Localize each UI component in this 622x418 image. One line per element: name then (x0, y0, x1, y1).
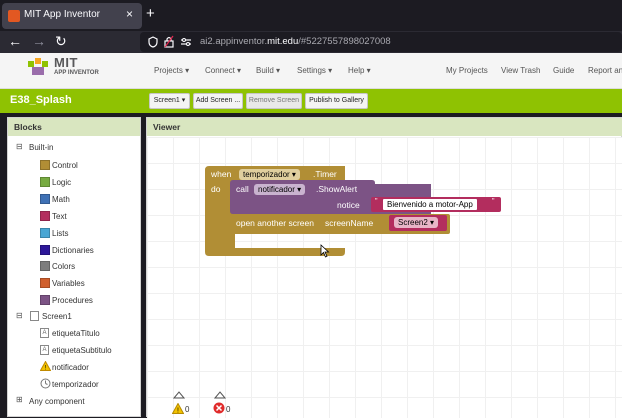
warnings-count: 0 (185, 405, 190, 414)
errors-toggle-icon[interactable] (214, 391, 226, 399)
new-tab-icon[interactable]: + (146, 5, 155, 22)
drawer-variables-swatch-icon (40, 278, 50, 288)
open-screen-label: open another screen (236, 218, 314, 228)
do-label: do (211, 184, 221, 194)
drawer-procedures[interactable]: Procedures (52, 296, 93, 305)
viewer-title: Viewer (147, 118, 622, 136)
app-inventor-logo-icon[interactable] (26, 57, 50, 77)
expand-any-component-icon[interactable]: ⊞ (16, 395, 23, 404)
drawer-procedures-swatch-icon (40, 295, 50, 305)
link-my-projects[interactable]: My Projects (446, 66, 488, 75)
logo-title: MIT (54, 55, 78, 70)
permissions-icon[interactable] (180, 37, 192, 47)
project-name: E38_Splash (10, 94, 72, 106)
tree-component[interactable]: etiquetaTitulo (52, 329, 100, 338)
blocks-workspace[interactable]: when temporizador ▾ .Timer do call notif… (147, 137, 622, 418)
app-header: MIT APP INVENTOR Projects ▾ Connect ▾ Bu… (0, 53, 622, 89)
errors-count: 0 (226, 405, 231, 414)
tree-any-component[interactable]: Any component (29, 397, 85, 406)
add-screen-button[interactable]: Add Screen ... (193, 93, 243, 109)
tree-component[interactable]: notificador (52, 363, 89, 372)
tree-builtin[interactable]: Built-in (29, 143, 53, 152)
warning-icon: ! (172, 403, 184, 414)
logo-subtitle: APP INVENTOR (54, 70, 99, 76)
drawer-control-swatch-icon (40, 160, 50, 170)
menu-projects[interactable]: Projects ▾ (154, 66, 189, 75)
link-view-trash[interactable]: View Trash (501, 66, 540, 75)
screen-icon (30, 311, 39, 321)
screen2-dropdown[interactable]: Screen2 ▾ (394, 217, 439, 228)
lock-warning-icon[interactable] (164, 35, 174, 48)
drawer-dictionaries-swatch-icon (40, 245, 50, 255)
publish-to-gallery-button[interactable]: Publish to Gallery (305, 93, 368, 109)
tree-component[interactable]: temporizador (52, 380, 99, 389)
link-guide[interactable]: Guide (553, 66, 574, 75)
browser-tab[interactable]: MIT App Inventor × (2, 3, 142, 29)
event-name: .Timer (313, 169, 337, 179)
notifier-dropdown[interactable]: notificador ▾ (254, 184, 306, 195)
menu-help[interactable]: Help ▾ (348, 66, 371, 75)
screen-select-dropdown[interactable]: Screen1 ▾ (149, 93, 190, 109)
remove-screen-button[interactable]: Remove Screen (246, 93, 302, 109)
error-icon (213, 402, 225, 414)
tab-title: MIT App Inventor (24, 9, 100, 20)
call-label: call (236, 184, 249, 194)
notice-param-label: notice (337, 200, 360, 210)
drawer-colors[interactable]: Colors (52, 262, 75, 271)
url-text[interactable]: ai2.appinventor.mit.edu/#522755789802700… (200, 36, 391, 47)
tree-screen1[interactable]: Screen1 (42, 312, 72, 321)
back-arrow-icon[interactable]: ← (8, 33, 22, 49)
drawer-colors-swatch-icon (40, 261, 50, 271)
quote-icon: " (375, 198, 378, 205)
browser-nav-bar: ← → ↻ ai2.appinventor.mit.edu/#522755789… (0, 31, 622, 53)
drawer-dictionaries[interactable]: Dictionaries (52, 246, 94, 255)
text-value[interactable]: Bienvenido a motor-App (383, 199, 477, 210)
collapse-screen1-icon[interactable]: ⊟ (16, 311, 23, 320)
drawer-math[interactable]: Math (52, 195, 70, 204)
project-toolbar: E38_Splash Screen1 ▾ Add Screen ... Remo… (0, 89, 622, 113)
blocks-panel-title: Blocks (8, 118, 140, 136)
drawer-text[interactable]: Text (52, 212, 67, 221)
label-component-icon: A (40, 328, 49, 338)
forward-arrow-icon[interactable]: → (32, 33, 46, 49)
notifier-warning-icon: ! (40, 361, 51, 371)
when-label: when (211, 169, 232, 179)
quote-icon: " (492, 198, 495, 205)
drawer-text-swatch-icon (40, 211, 50, 221)
mouse-cursor-icon (320, 244, 330, 258)
viewer-panel: Viewer when temporizador ▾ .Timer do cal… (146, 117, 622, 418)
drawer-lists[interactable]: Lists (52, 229, 68, 238)
app-inventor-favicon-icon (8, 10, 20, 22)
clock-icon (40, 378, 51, 389)
browser-tab-bar: MIT App Inventor × + (0, 0, 622, 31)
tree-component[interactable]: etiquetaSubtitulo (52, 346, 112, 355)
warnings-toggle-icon[interactable] (173, 391, 185, 399)
collapse-builtin-icon[interactable]: ⊟ (16, 142, 23, 151)
link-report-issue[interactable]: Report an (588, 66, 622, 75)
svg-text:!: ! (177, 408, 179, 415)
drawer-logic-swatch-icon (40, 177, 50, 187)
menu-connect[interactable]: Connect ▾ (205, 66, 241, 75)
component-dropdown[interactable]: temporizador ▾ (239, 169, 300, 180)
blocks-panel: Blocks ⊟ Built-in Control Logic Math Text Li… (7, 117, 141, 417)
drawer-control[interactable]: Control (52, 161, 78, 170)
drawer-math-swatch-icon (40, 194, 50, 204)
url-bar[interactable]: ai2.appinventor.mit.edu/#522755789802700… (140, 32, 622, 52)
reload-icon[interactable]: ↻ (55, 33, 67, 50)
screen-name-param-label: screenName (325, 218, 374, 228)
label-component-icon: A (40, 345, 49, 355)
drawer-variables[interactable]: Variables (52, 279, 85, 288)
tab-close-icon[interactable]: × (126, 7, 133, 21)
drawer-lists-swatch-icon (40, 228, 50, 238)
menu-build[interactable]: Build ▾ (256, 66, 280, 75)
method-name: .ShowAlert (316, 184, 358, 194)
menu-settings[interactable]: Settings ▾ (297, 66, 332, 75)
shield-icon[interactable] (148, 36, 158, 48)
drawer-logic[interactable]: Logic (52, 178, 71, 187)
